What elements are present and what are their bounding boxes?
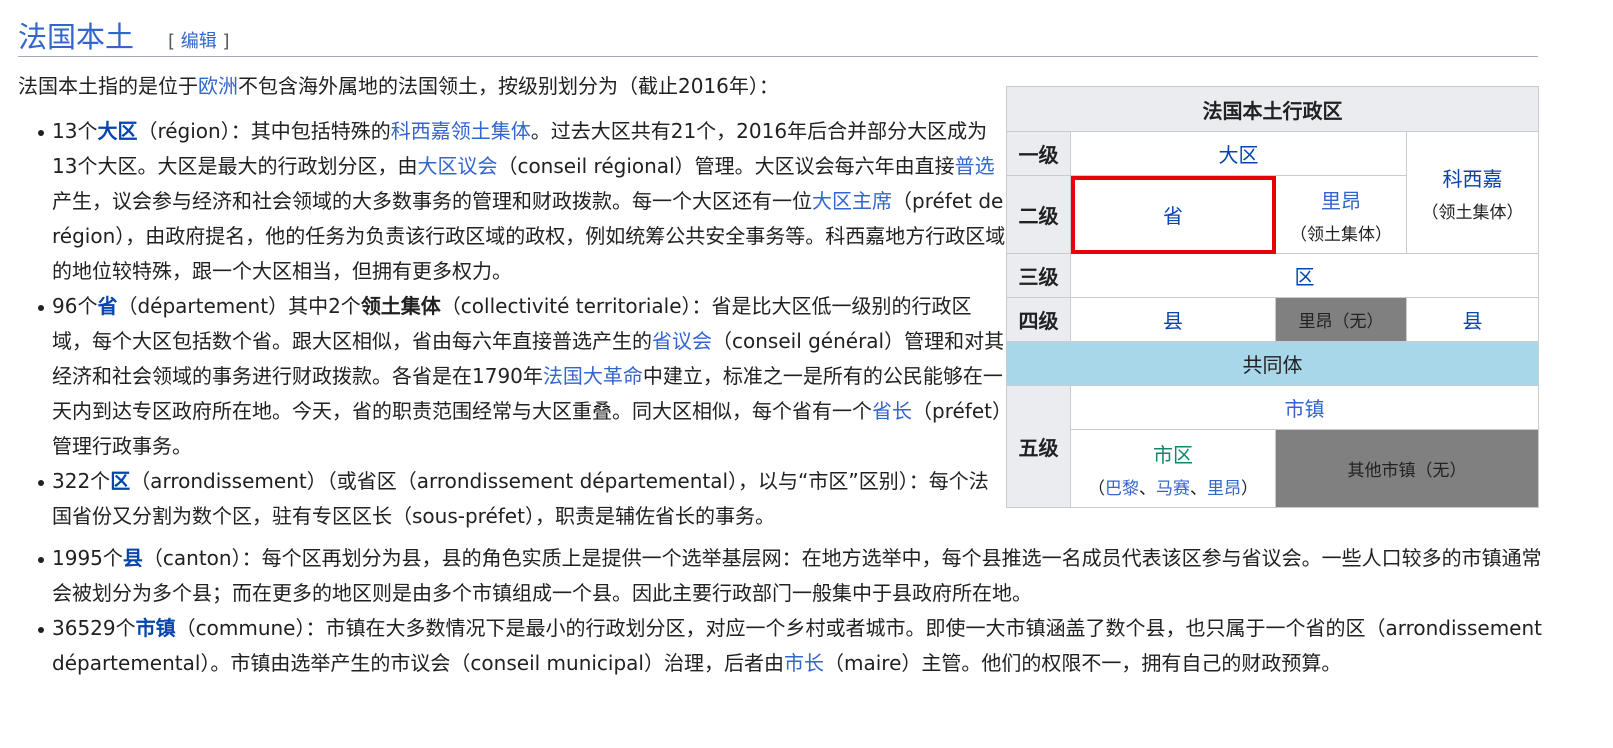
- link-regional-prefect[interactable]: 大区主席: [812, 189, 892, 213]
- cell-canton-left: 县: [1070, 297, 1276, 342]
- edit-link[interactable]: 编辑: [181, 31, 217, 52]
- count: 13个: [52, 119, 98, 143]
- link-region[interactable]: 大区: [97, 119, 137, 143]
- cell-intercommunality: 共同体: [1006, 341, 1539, 386]
- separator: 、: [1139, 478, 1156, 499]
- paren: （: [1088, 478, 1105, 499]
- section-title: 法国本土: [18, 20, 135, 54]
- link-table-arrondissement[interactable]: 区: [1295, 265, 1315, 289]
- list-item-arrondissement: 322个区（arrondissement）（或省区（arrondissement…: [38, 464, 1007, 534]
- link-arrondissement[interactable]: 区: [110, 469, 130, 493]
- count: 1995个: [52, 546, 123, 570]
- cell-region: 大区: [1070, 131, 1407, 176]
- list-item-commune: 36529个市镇（commune）：市镇在大多数情况下是最小的行政划分区，对应一…: [38, 611, 1552, 681]
- link-prefect[interactable]: 省长: [872, 399, 912, 423]
- link-corsica[interactable]: 科西嘉领土集体: [391, 119, 531, 143]
- cell-canton-right: 县: [1406, 297, 1539, 342]
- term-territorial-collectivity: 领土集体: [360, 294, 441, 318]
- link-mayor[interactable]: 市长: [784, 651, 824, 675]
- link-universal-suffrage[interactable]: 普选: [955, 154, 995, 178]
- link-table-canton-2[interactable]: 县: [1463, 309, 1483, 333]
- link-table-corsica[interactable]: 科西嘉: [1443, 167, 1503, 191]
- link-commune[interactable]: 市镇: [136, 616, 176, 640]
- count: 96个: [52, 294, 98, 318]
- link-europe[interactable]: 欧洲: [198, 74, 238, 98]
- cell-lyon-none: 里昂（无）: [1275, 297, 1407, 342]
- link-table-commune[interactable]: 市镇: [1285, 397, 1325, 421]
- list-item-region: 13个大区（région）：其中包括特殊的科西嘉领土集体。过去大区共有21个，2…: [38, 114, 1007, 289]
- municipal-cities: （巴黎、马赛、里昂）: [1071, 474, 1275, 499]
- intro-paragraph: 法国本土指的是位于欧洲不包含海外属地的法国领土，按级别划分为（截止2016年）：: [18, 72, 779, 100]
- link-table-lyon[interactable]: 里昂: [1321, 189, 1361, 213]
- link-paris[interactable]: 巴黎: [1105, 479, 1139, 499]
- cell-corsica: 科西嘉 （领土集体）: [1406, 131, 1539, 254]
- division-list-continued: 1995个县（canton）：每个区再划分为县，县的角色实质上是提供一个选举基层…: [16, 541, 1552, 681]
- edit-bracket-open: [: [168, 31, 176, 52]
- count: 322个: [52, 469, 111, 493]
- intro-text: 法国本土指的是位于: [18, 74, 198, 98]
- table-caption: 法国本土行政区: [1006, 86, 1539, 132]
- link-french-revolution[interactable]: 法国大革命: [543, 364, 643, 388]
- cell-other-communes: 其他市镇（无）: [1275, 429, 1539, 508]
- item-text: （département）其中2个: [117, 294, 361, 318]
- link-lyon-city[interactable]: 里昂: [1207, 479, 1241, 499]
- item-text: （canton）：每个区再划分为县，县的角色实质上是提供一个选举基层网：在地方选…: [52, 546, 1542, 605]
- link-table-departement[interactable]: 省: [1163, 204, 1183, 228]
- count: 36529个: [52, 616, 136, 640]
- corsica-sub: （领土集体）: [1421, 202, 1524, 223]
- item-text: （maire）主管。他们的权限不一，拥有自己的财政预算。: [824, 651, 1342, 675]
- cell-arrondissement: 区: [1070, 253, 1539, 298]
- level-1-header: 一级: [1006, 131, 1071, 176]
- list-item-canton: 1995个县（canton）：每个区再划分为县，县的角色实质上是提供一个选举基层…: [38, 541, 1552, 611]
- section-heading: 法国本土 [ 编辑 ]: [18, 12, 1538, 57]
- link-regional-council[interactable]: 大区议会: [417, 154, 497, 178]
- link-table-region[interactable]: 大区: [1219, 143, 1259, 167]
- link-municipal-arrondissement[interactable]: 市区: [1153, 443, 1193, 467]
- division-list: 13个大区（région）：其中包括特殊的科西嘉领土集体。过去大区共有21个，2…: [16, 114, 1007, 534]
- list-item-departement: 96个省（département）其中2个领土集体（collectivité t…: [38, 289, 1007, 464]
- link-table-canton[interactable]: 县: [1163, 309, 1183, 333]
- level-4-header: 四级: [1006, 297, 1071, 342]
- paren: ）: [1241, 478, 1258, 499]
- admin-divisions-table: 法国本土行政区 一级 大区 科西嘉 （领土集体） 二级 省 里昂 （领土集体） …: [1006, 86, 1539, 508]
- link-departement[interactable]: 省: [97, 294, 117, 318]
- cell-municipal-arrondissement: 市区 （巴黎、马赛、里昂）: [1070, 429, 1276, 508]
- edit-bracket-close: ]: [222, 31, 230, 52]
- item-text: （région）：其中包括特殊的: [137, 119, 391, 143]
- item-text: （conseil régional）管理。大区议会每六年由直接: [497, 154, 955, 178]
- level-2-header: 二级: [1006, 175, 1071, 254]
- item-text: （arrondissement）（或省区（arrondissement dépa…: [52, 469, 989, 528]
- cell-commune: 市镇: [1070, 385, 1539, 430]
- level-5-header: 五级: [1006, 385, 1071, 508]
- cell-departement-highlighted: 省: [1070, 175, 1276, 254]
- link-general-council[interactable]: 省议会: [652, 329, 712, 353]
- level-3-header: 三级: [1006, 253, 1071, 298]
- intro-text: 不包含海外属地的法国领土，按级别划分为（截止2016年）：: [238, 74, 779, 98]
- lyon-sub: （领土集体）: [1290, 224, 1392, 245]
- cell-lyon: 里昂 （领土集体）: [1275, 175, 1407, 254]
- edit-section: [ 编辑 ]: [168, 27, 230, 53]
- link-canton[interactable]: 县: [123, 546, 143, 570]
- item-text: 产生，议会参与经济和社会领域的大多数事务的管理和财政拨款。每一个大区还有一位: [52, 189, 812, 213]
- separator: 、: [1190, 478, 1207, 499]
- link-marseille[interactable]: 马赛: [1156, 479, 1190, 499]
